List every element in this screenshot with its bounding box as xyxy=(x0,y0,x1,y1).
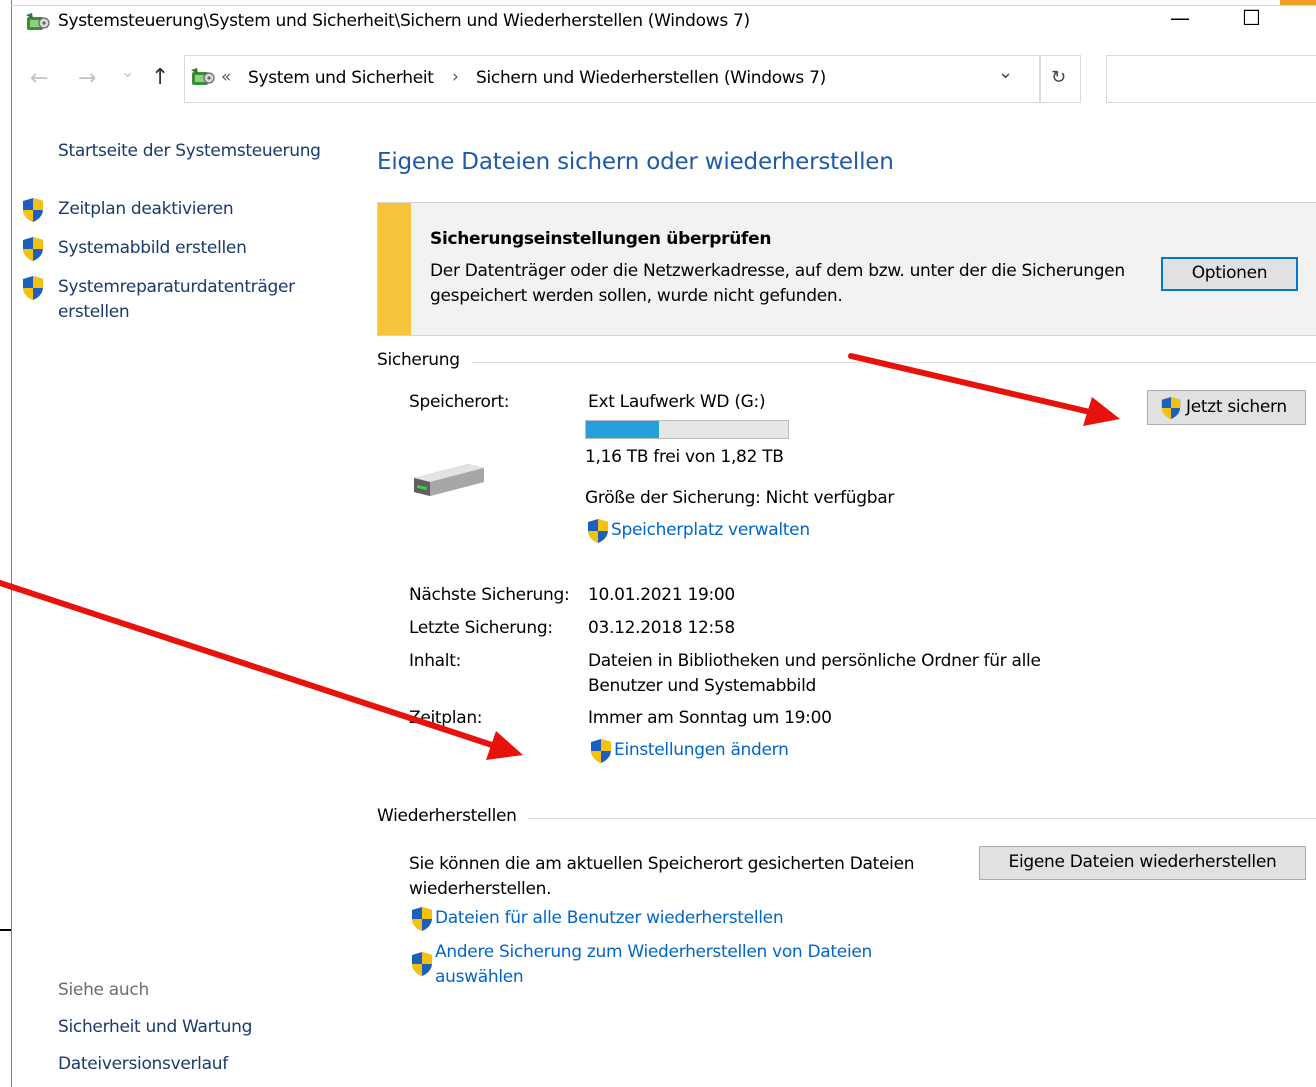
content-value-line1: Dateien in Bibliotheken und persönliche … xyxy=(588,651,1041,671)
address-dropdown-button[interactable]: ⌄ xyxy=(998,62,1013,83)
backup-size-text: Größe der Sicherung: Nicht verfügbar xyxy=(585,488,895,508)
content-value-line2: Benutzer und Systemabbild xyxy=(588,676,816,696)
backup-group-label: Sicherung xyxy=(377,350,460,370)
sidebar-item-systemreparaturdatentraeger-line2[interactable]: erstellen xyxy=(58,302,130,322)
notice-text-line1: Der Datenträger oder die Netzwerkadresse… xyxy=(430,261,1125,281)
optionen-button-label: Optionen xyxy=(1191,263,1268,283)
uac-shield-icon xyxy=(412,952,432,976)
next-backup-value: 10.01.2021 19:00 xyxy=(588,585,735,605)
see-also-heading: Siehe auch xyxy=(58,980,149,1000)
last-backup-value: 03.12.2018 12:58 xyxy=(588,618,735,638)
control-panel-icon xyxy=(26,13,50,30)
location-value: Ext Laufwerk WD (G:) xyxy=(588,392,766,412)
breadcrumb-sichern-und-wiederherstellen[interactable]: Sichern und Wiederherstellen (Windows 7) xyxy=(476,68,826,88)
refresh-icon: ↻ xyxy=(1051,67,1066,88)
hard-drive-icon xyxy=(414,464,484,496)
location-label: Speicherort: xyxy=(409,392,510,412)
page-title: Eigene Dateien sichern oder wiederherste… xyxy=(377,149,894,175)
restore-my-files-button-label: Eigene Dateien wiederherstellen xyxy=(1008,852,1277,872)
sidebar-item-zeitplan-deaktivieren[interactable]: Zeitplan deaktivieren xyxy=(58,199,234,219)
disk-usage-bar xyxy=(585,420,789,439)
window-title: Systemsteuerung\System und Sicherheit\Si… xyxy=(58,11,750,31)
see-also-dateiversionsverlauf[interactable]: Dateiversionsverlauf xyxy=(58,1054,228,1074)
content-label: Inhalt: xyxy=(409,651,461,671)
notice-text-line2: gespeichert werden sollen, wurde nicht g… xyxy=(430,286,843,306)
uac-shield-icon xyxy=(1161,397,1181,419)
free-space-text: 1,16 TB frei von 1,82 TB xyxy=(585,447,784,467)
backup-now-button-label: Jetzt sichern xyxy=(1186,397,1287,417)
next-backup-label: Nächste Sicherung: xyxy=(409,585,570,605)
annotation-arrow-backup-now xyxy=(848,353,1120,426)
uac-shield-icon xyxy=(23,276,43,300)
uac-shield-icon xyxy=(588,519,608,543)
sidebar-item-systemabbild-erstellen[interactable]: Systemabbild erstellen xyxy=(58,238,247,258)
breadcrumb-overflow[interactable]: « xyxy=(221,67,231,87)
uac-shield-icon xyxy=(23,237,43,261)
schedule-label: Zeitplan: xyxy=(409,708,483,728)
breadcrumb-system-und-sicherheit[interactable]: System und Sicherheit xyxy=(248,68,434,88)
refresh-button[interactable]: ↻ xyxy=(1041,55,1081,103)
title-bar[interactable]: Systemsteuerung\System und Sicherheit\Si… xyxy=(12,6,1316,42)
uac-shield-icon xyxy=(591,739,611,763)
forward-button[interactable]: → xyxy=(78,66,96,91)
disk-usage-fill xyxy=(586,421,659,438)
notice-heading: Sicherungseinstellungen überprüfen xyxy=(430,229,772,249)
up-button[interactable]: ↑ xyxy=(151,65,169,90)
sidebar-divider xyxy=(0,929,11,931)
restore-text-line1: Sie können die am aktuellen Speicherort … xyxy=(409,854,915,874)
optionen-button[interactable]: Optionen xyxy=(1161,257,1298,291)
minimize-button[interactable]: — xyxy=(1170,6,1190,30)
breadcrumb-separator[interactable]: › xyxy=(452,67,459,87)
restore-text-line2: wiederherstellen. xyxy=(409,879,552,899)
schedule-value: Immer am Sonntag um 19:00 xyxy=(588,708,832,728)
sidebar-home-link[interactable]: Startseite der Systemsteuerung xyxy=(58,141,321,161)
recent-locations-button[interactable]: ⌄ xyxy=(121,62,134,81)
change-settings-link[interactable]: Einstellungen ändern xyxy=(614,740,789,760)
warning-stripe xyxy=(378,203,411,335)
sidebar-item-systemreparaturdatentraeger[interactable]: Systemreparaturdatenträger xyxy=(58,277,295,297)
window-border xyxy=(11,0,12,1087)
maximize-button[interactable]: ☐ xyxy=(1242,6,1261,30)
address-bar[interactable]: « System und Sicherheit › Sichern und Wi… xyxy=(184,55,1040,103)
window-accent xyxy=(1280,0,1316,5)
back-button[interactable]: ← xyxy=(30,66,48,91)
group-divider xyxy=(528,818,1316,819)
annotation-arrow-change-settings xyxy=(0,580,523,760)
restore-group-label: Wiederherstellen xyxy=(377,806,517,826)
control-panel-icon xyxy=(191,68,215,85)
see-also-sicherheit-und-wartung[interactable]: Sicherheit und Wartung xyxy=(58,1017,252,1037)
restore-all-users-link[interactable]: Dateien für alle Benutzer wiederherstell… xyxy=(435,908,784,928)
backup-now-button[interactable]: Jetzt sichern xyxy=(1147,390,1306,425)
restore-my-files-button[interactable]: Eigene Dateien wiederherstellen xyxy=(979,846,1306,880)
uac-shield-icon xyxy=(23,198,43,222)
group-divider xyxy=(472,362,1316,363)
search-input[interactable] xyxy=(1106,55,1316,103)
manage-space-link[interactable]: Speicherplatz verwalten xyxy=(611,520,810,540)
uac-shield-icon xyxy=(412,907,432,931)
last-backup-label: Letzte Sicherung: xyxy=(409,618,553,638)
other-backup-link-line1[interactable]: Andere Sicherung zum Wiederherstellen vo… xyxy=(435,942,872,962)
other-backup-link-line2[interactable]: auswählen xyxy=(435,967,524,987)
